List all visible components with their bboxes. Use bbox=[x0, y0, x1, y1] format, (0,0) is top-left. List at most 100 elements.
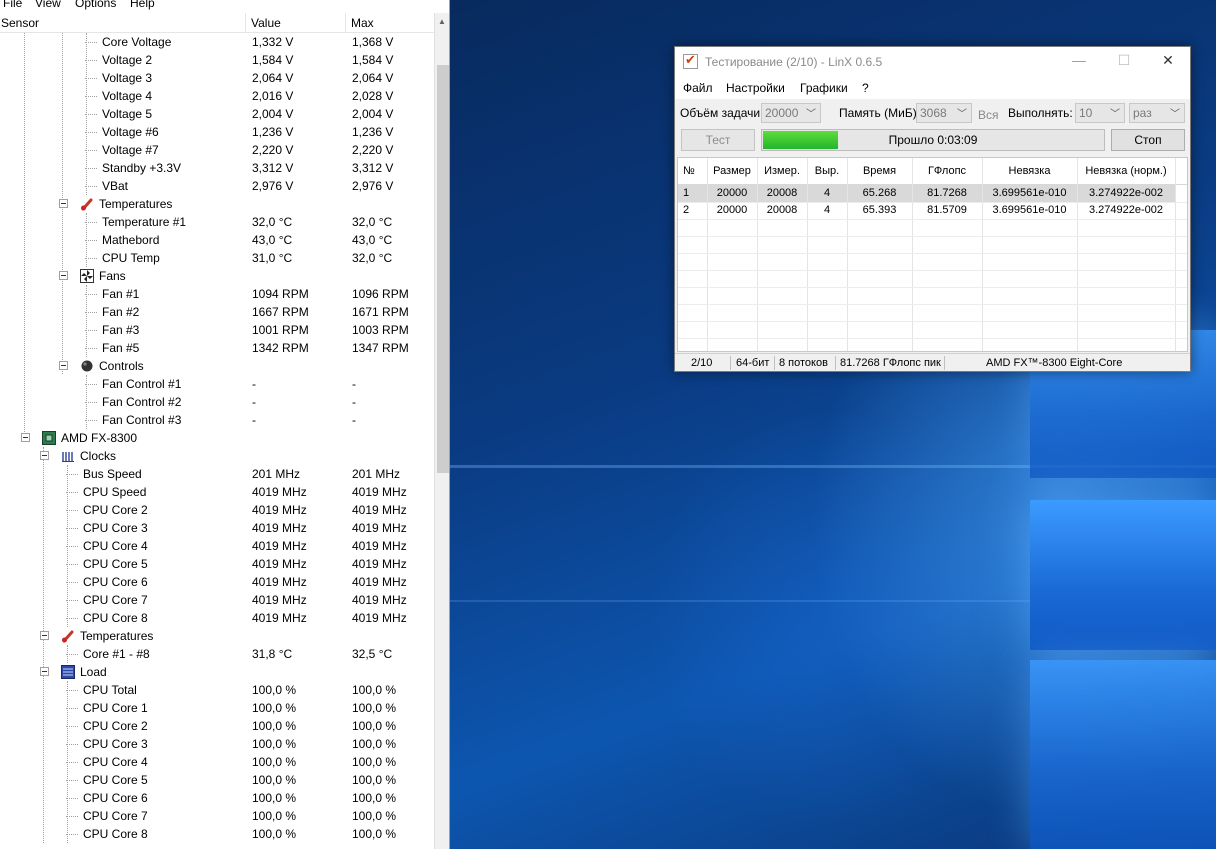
column-value[interactable]: Value bbox=[251, 16, 281, 30]
table-cell[interactable]: 1 bbox=[678, 187, 707, 199]
sensor-row[interactable]: Temperature #1 32,0 °C 32,0 °C bbox=[0, 213, 434, 231]
table-header-cell[interactable]: Измер. bbox=[757, 165, 807, 177]
sensor-row[interactable]: VBat 2,976 V 2,976 V bbox=[0, 177, 434, 195]
table-cell[interactable]: 65.393 bbox=[847, 204, 912, 216]
table-cell[interactable]: 3.699561e-010 bbox=[982, 204, 1077, 216]
sensor-row[interactable]: CPU Core 7 100,0 % 100,0 % bbox=[0, 807, 434, 825]
sensor-row[interactable]: CPU Core 3 100,0 % 100,0 % bbox=[0, 735, 434, 753]
menu-file[interactable]: File bbox=[3, 0, 22, 10]
sensor-group-row[interactable]: Load bbox=[0, 663, 434, 681]
menu-help[interactable]: Help bbox=[130, 0, 155, 10]
sensor-row[interactable]: Core Voltage 1,332 V 1,368 V bbox=[0, 33, 434, 51]
table-header-cell[interactable]: ГФлопс bbox=[912, 165, 982, 177]
sensor-row[interactable]: CPU Core 4 4019 MHz 4019 MHz bbox=[0, 537, 434, 555]
run-count-combo[interactable]: 10 ﹀ bbox=[1075, 103, 1125, 123]
column-max[interactable]: Max bbox=[351, 16, 374, 30]
menu-settings-ru[interactable]: Настройки bbox=[726, 81, 785, 95]
scrollbar-thumb[interactable] bbox=[437, 65, 449, 473]
sensor-row[interactable]: Voltage #6 1,236 V 1,236 V bbox=[0, 123, 434, 141]
sensor-row[interactable]: Voltage 5 2,004 V 2,004 V bbox=[0, 105, 434, 123]
table-header-cell[interactable]: Невязка (норм.) bbox=[1077, 165, 1175, 177]
table-cell[interactable]: 4 bbox=[807, 187, 847, 199]
table-header-cell[interactable]: № bbox=[678, 165, 707, 177]
sensor-row[interactable]: CPU Core 6 100,0 % 100,0 % bbox=[0, 789, 434, 807]
sensor-row[interactable]: CPU Core 3 4019 MHz 4019 MHz bbox=[0, 519, 434, 537]
collapse-icon[interactable] bbox=[40, 667, 49, 676]
collapse-icon[interactable] bbox=[40, 631, 49, 640]
sensor-row[interactable]: CPU Speed 4019 MHz 4019 MHz bbox=[0, 483, 434, 501]
sensor-row[interactable]: Core #1 - #8 31,8 °C 32,5 °C bbox=[0, 645, 434, 663]
column-sensor[interactable]: Sensor bbox=[1, 16, 39, 30]
sensor-row[interactable]: Bus Speed 201 MHz 201 MHz bbox=[0, 465, 434, 483]
table-cell[interactable]: 20000 bbox=[707, 187, 757, 199]
sensor-row[interactable]: Fan Control #3 - - bbox=[0, 411, 434, 429]
table-cell[interactable]: 20000 bbox=[707, 204, 757, 216]
sensor-group-row[interactable]: Temperatures bbox=[0, 627, 434, 645]
sensor-row[interactable]: Fan Control #1 - - bbox=[0, 375, 434, 393]
sensor-row[interactable]: CPU Core 5 4019 MHz 4019 MHz bbox=[0, 555, 434, 573]
run-unit-combo[interactable]: раз ﹀ bbox=[1129, 103, 1185, 123]
table-cell[interactable]: 81.7268 bbox=[912, 187, 982, 199]
sensor-row[interactable]: Fan #2 1667 RPM 1671 RPM bbox=[0, 303, 434, 321]
table-cell[interactable]: 20008 bbox=[757, 187, 807, 199]
collapse-icon[interactable] bbox=[59, 199, 68, 208]
minimize-icon[interactable]: — bbox=[1064, 52, 1094, 72]
sensor-row[interactable]: Voltage 2 1,584 V 1,584 V bbox=[0, 51, 434, 69]
table-header-cell[interactable]: Невязка bbox=[982, 165, 1077, 177]
sensor-row[interactable]: Mathebord 43,0 °C 43,0 °C bbox=[0, 231, 434, 249]
collapse-icon[interactable] bbox=[59, 271, 68, 280]
table-cell[interactable]: 65.268 bbox=[847, 187, 912, 199]
memory-combo[interactable]: 3068 ﹀ bbox=[916, 103, 972, 123]
table-header-cell[interactable]: Размер bbox=[707, 165, 757, 177]
menu-graphs-ru[interactable]: Графики bbox=[800, 81, 848, 95]
sensor-row[interactable]: CPU Core 6 4019 MHz 4019 MHz bbox=[0, 573, 434, 591]
sensor-row[interactable]: CPU Core 5 100,0 % 100,0 % bbox=[0, 771, 434, 789]
sensor-group-row[interactable]: Fans bbox=[0, 267, 434, 285]
sensor-group-row[interactable]: Clocks bbox=[0, 447, 434, 465]
sensor-row[interactable]: CPU Core 7 4019 MHz 4019 MHz bbox=[0, 591, 434, 609]
table-cell[interactable]: 3.274922e-002 bbox=[1077, 204, 1175, 216]
sensor-row[interactable]: Fan #3 1001 RPM 1003 RPM bbox=[0, 321, 434, 339]
close-icon[interactable]: ✕ bbox=[1153, 52, 1183, 72]
menu-view[interactable]: View bbox=[35, 0, 61, 10]
sensor-row[interactable]: CPU Core 8 4019 MHz 4019 MHz bbox=[0, 609, 434, 627]
table-cell[interactable]: 3.699561e-010 bbox=[982, 187, 1077, 199]
table-cell[interactable]: 4 bbox=[807, 204, 847, 216]
sensor-row[interactable]: Voltage 4 2,016 V 2,028 V bbox=[0, 87, 434, 105]
table-header-cell[interactable]: Время bbox=[847, 165, 912, 177]
collapse-icon[interactable] bbox=[40, 451, 49, 460]
table-cell[interactable]: 2 bbox=[678, 204, 707, 216]
collapse-icon[interactable] bbox=[21, 433, 30, 442]
test-button[interactable]: Тест bbox=[681, 129, 755, 151]
table-cell[interactable]: 20008 bbox=[757, 204, 807, 216]
sensor-group-row[interactable]: Controls bbox=[0, 357, 434, 375]
menu-options[interactable]: Options bbox=[75, 0, 116, 10]
all-memory-checkbox-label[interactable]: Вся bbox=[978, 108, 999, 122]
sensor-row[interactable]: CPU Core 4 100,0 % 100,0 % bbox=[0, 753, 434, 771]
sensor-row[interactable]: CPU Temp 31,0 °C 32,0 °C bbox=[0, 249, 434, 267]
vertical-scrollbar[interactable]: ▲ bbox=[434, 13, 449, 849]
table-header-cell[interactable]: Выр. bbox=[807, 165, 847, 177]
sensor-row[interactable]: Fan #1 1094 RPM 1096 RPM bbox=[0, 285, 434, 303]
sensor-row[interactable]: Standby +3.3V 3,312 V 3,312 V bbox=[0, 159, 434, 177]
stop-button[interactable]: Стоп bbox=[1111, 129, 1185, 151]
sensor-row[interactable]: CPU Core 2 4019 MHz 4019 MHz bbox=[0, 501, 434, 519]
sensor-row[interactable]: Fan #5 1342 RPM 1347 RPM bbox=[0, 339, 434, 357]
sensor-group-row[interactable]: Temperatures bbox=[0, 195, 434, 213]
sensor-row[interactable]: CPU Core 2 100,0 % 100,0 % bbox=[0, 717, 434, 735]
linx-titlebar[interactable]: Тестирование (2/10) - LinX 0.6.5 — ☐ ✕ bbox=[675, 47, 1190, 77]
sensor-group-row[interactable]: AMD FX-8300 bbox=[0, 429, 434, 447]
menu-help-ru[interactable]: ? bbox=[862, 81, 869, 95]
sensor-row[interactable]: CPU Core 8 100,0 % 100,0 % bbox=[0, 825, 434, 843]
table-cell[interactable]: 3.274922e-002 bbox=[1077, 187, 1175, 199]
collapse-icon[interactable] bbox=[59, 361, 68, 370]
scroll-up-icon[interactable]: ▲ bbox=[438, 17, 446, 26]
menu-file-ru[interactable]: Файл bbox=[683, 81, 713, 95]
sensor-row[interactable]: Fan Control #2 - - bbox=[0, 393, 434, 411]
problem-size-combo[interactable]: 20000 ﹀ bbox=[761, 103, 821, 123]
maximize-icon[interactable]: ☐ bbox=[1109, 52, 1139, 72]
sensor-row[interactable]: CPU Total 100,0 % 100,0 % bbox=[0, 681, 434, 699]
sensor-row[interactable]: Voltage #7 2,220 V 2,220 V bbox=[0, 141, 434, 159]
sensor-row[interactable]: CPU Core 1 100,0 % 100,0 % bbox=[0, 699, 434, 717]
sensor-row[interactable]: Voltage 3 2,064 V 2,064 V bbox=[0, 69, 434, 87]
